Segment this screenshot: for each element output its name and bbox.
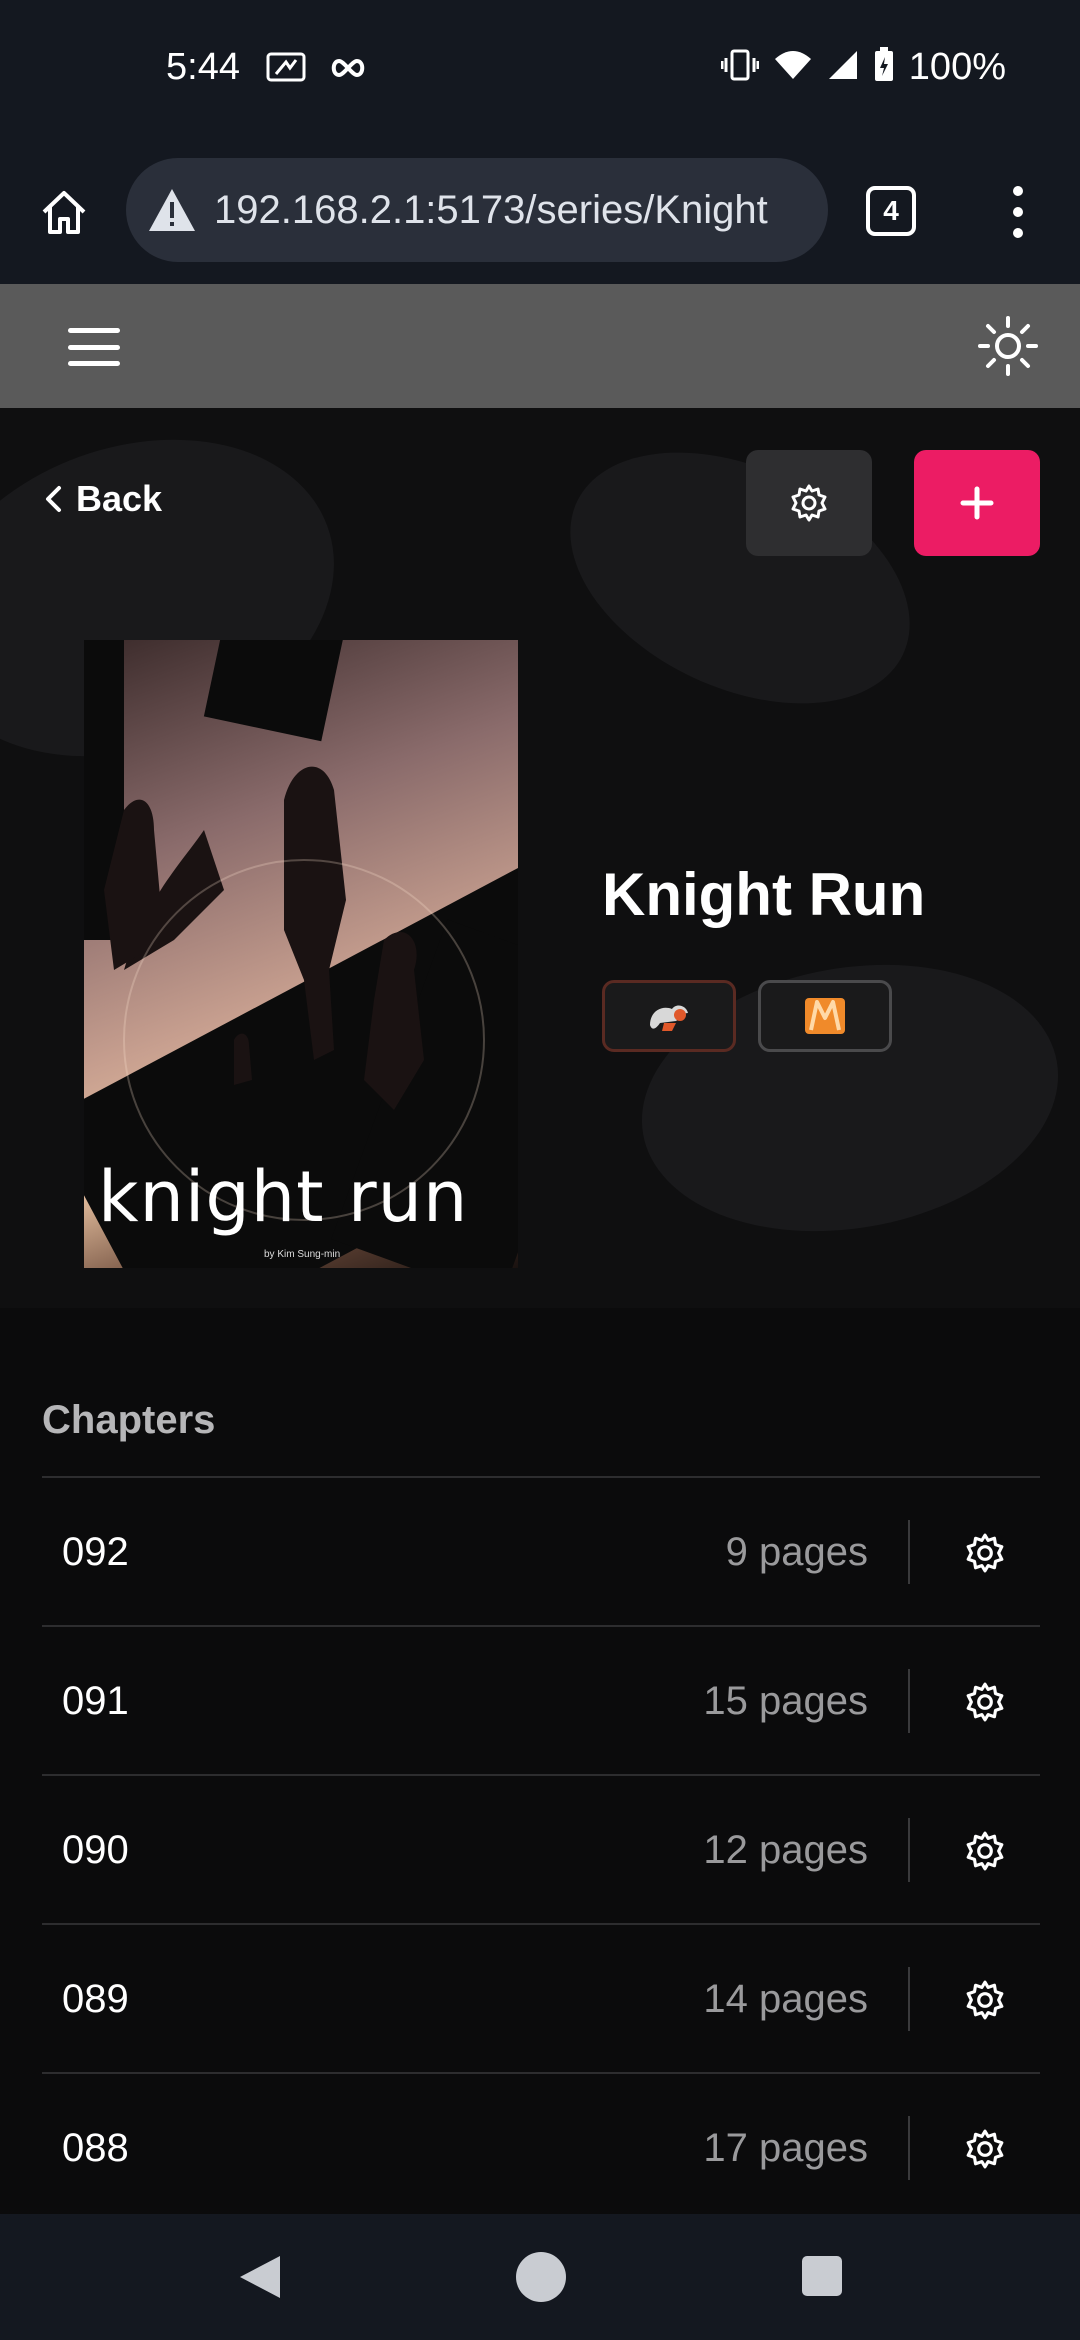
series-title: Knight Run <box>602 861 926 928</box>
back-button[interactable]: Back <box>44 478 162 520</box>
chapter-page-count: 12 pages <box>703 1828 868 1872</box>
chapter-page-count: 15 pages <box>703 1679 868 1723</box>
battery-percent: 100% <box>908 46 1006 88</box>
row-divider <box>908 1967 910 2031</box>
back-label[interactable]: Back <box>76 478 162 520</box>
source-logo-icon <box>650 1005 688 1031</box>
hero-backdrop-shape <box>530 408 950 754</box>
infinity-icon <box>330 57 366 84</box>
series-settings-button[interactable] <box>746 450 872 556</box>
chapter-number[interactable]: 090 <box>62 1828 129 1873</box>
row-divider <box>908 2116 910 2180</box>
chapter-row[interactable]: 091 15 pages <box>42 1627 1040 1776</box>
browser-home-button[interactable] <box>30 178 98 246</box>
cover-credit: by Kim Sung-min <box>264 1249 341 1260</box>
status-icons-right: 100% <box>720 46 1006 89</box>
source-links <box>602 980 892 1052</box>
status-time: 5:44 <box>166 46 240 88</box>
battery-charging-icon <box>873 47 895 88</box>
row-divider <box>908 1669 910 1733</box>
nav-recents-button[interactable] <box>802 2256 842 2296</box>
chapter-row[interactable]: 090 12 pages <box>42 1776 1040 1925</box>
sun-icon <box>978 316 1038 376</box>
app-header <box>0 284 1080 408</box>
browser-menu-button[interactable] <box>1000 180 1036 244</box>
chapter-row[interactable]: 092 9 pages <box>42 1478 1040 1627</box>
source-link-badge[interactable] <box>758 980 892 1052</box>
add-chapter-button[interactable] <box>914 450 1040 556</box>
chevron-left-icon <box>46 486 61 512</box>
status-icons-left <box>266 50 366 91</box>
theme-toggle-button[interactable] <box>976 314 1040 378</box>
gear-icon <box>966 1831 1004 1871</box>
hamburger-icon[interactable] <box>68 328 120 366</box>
chapter-settings-button[interactable] <box>964 2128 1006 2170</box>
cover-title-art: knight run <box>98 1156 469 1238</box>
gear-icon <box>966 1980 1004 2020</box>
gear-icon <box>791 484 827 522</box>
triangle-back-icon <box>240 2256 280 2298</box>
chapter-settings-button[interactable] <box>964 1830 1006 1872</box>
source-link-badge[interactable] <box>602 980 736 1052</box>
chapter-page-count: 14 pages <box>703 1977 868 2021</box>
nav-home-button[interactable] <box>516 2252 566 2302</box>
signal-icon <box>827 49 859 86</box>
tab-switcher-button[interactable]: 4 <box>866 186 916 236</box>
screen-cast-icon <box>266 50 308 91</box>
chapter-row[interactable]: 088 17 pages <box>42 2074 1040 2223</box>
chapter-page-count: 9 pages <box>725 1530 868 1574</box>
home-icon <box>42 191 86 234</box>
series-hero: Back knight run by Kim Sung-min Knight R… <box>0 408 1080 1308</box>
chapter-page-count: 17 pages <box>703 2126 868 2170</box>
wifi-icon <box>773 49 813 86</box>
system-nav-bar <box>0 2214 1080 2340</box>
chapter-row[interactable]: 089 14 pages <box>42 1925 1040 2074</box>
gear-icon <box>966 1682 1004 1722</box>
chapter-settings-button[interactable] <box>964 1979 1006 2021</box>
menu-dot <box>1013 228 1023 238</box>
chapter-settings-button[interactable] <box>964 1532 1006 1574</box>
status-bar: 5:44 100% <box>0 0 1080 140</box>
nav-back-button[interactable] <box>236 2252 282 2307</box>
series-cover-image: knight run by Kim Sung-min <box>84 640 518 1268</box>
menu-dot <box>1013 207 1023 217</box>
chapter-number[interactable]: 088 <box>62 2126 129 2171</box>
gear-icon <box>966 2129 1004 2169</box>
browser-toolbar: 192.168.2.1:5173/series/Knight 4 <box>0 140 1080 284</box>
not-secure-warning-icon[interactable] <box>144 182 200 238</box>
chapters-heading: Chapters <box>42 1398 216 1442</box>
gear-icon <box>966 1533 1004 1573</box>
chapter-number[interactable]: 089 <box>62 1977 129 2022</box>
address-text[interactable]: 192.168.2.1:5173/series/Knight <box>214 188 768 233</box>
source-logo-icon <box>805 998 845 1034</box>
address-bar[interactable]: 192.168.2.1:5173/series/Knight <box>126 158 828 262</box>
chapter-list: 092 9 pages 091 15 pages 090 12 pages 08… <box>42 1476 1040 2223</box>
chapter-number[interactable]: 091 <box>62 1679 129 1724</box>
vibrate-icon <box>720 48 760 87</box>
chapter-settings-button[interactable] <box>964 1681 1006 1723</box>
row-divider <box>908 1818 910 1882</box>
chapter-number[interactable]: 092 <box>62 1530 129 1575</box>
menu-dot <box>1013 186 1023 196</box>
plus-icon <box>960 486 994 520</box>
row-divider <box>908 1520 910 1584</box>
tab-count: 4 <box>883 195 899 226</box>
